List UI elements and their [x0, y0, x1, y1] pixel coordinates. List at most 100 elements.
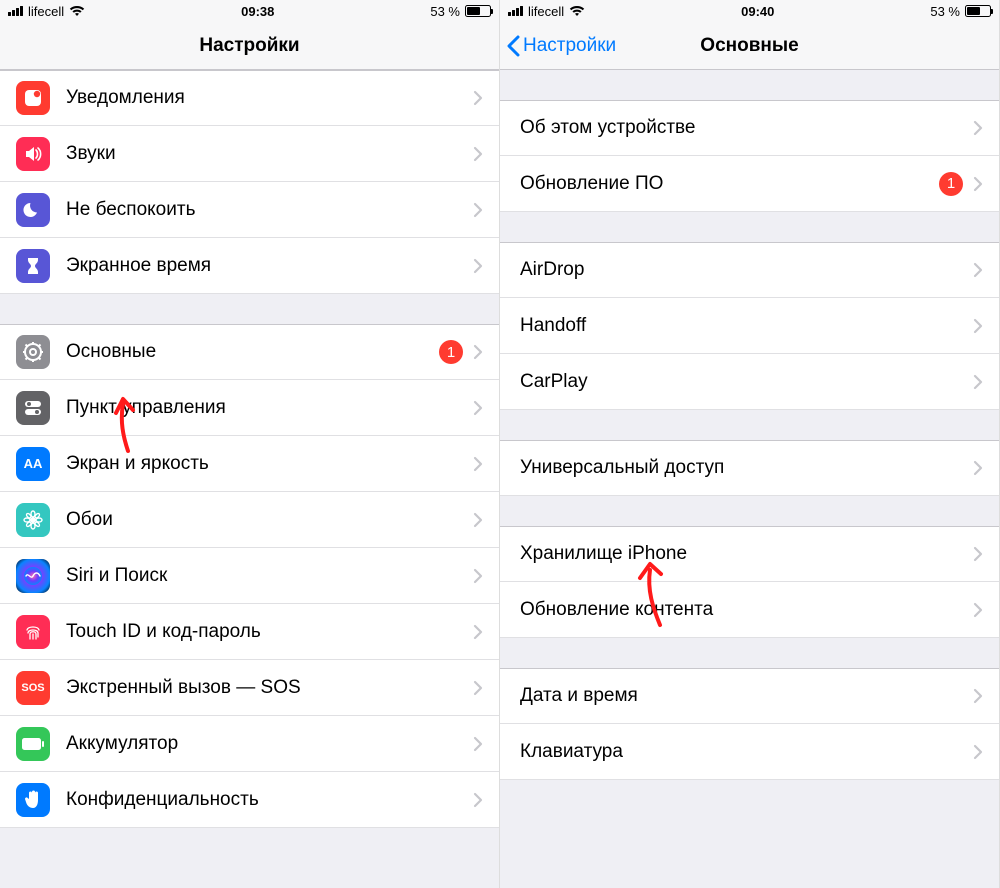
badge: 1: [439, 340, 463, 364]
clock-label: 09:40: [741, 4, 774, 19]
gear-icon: [16, 335, 50, 369]
row-label: Дата и время: [520, 685, 963, 707]
row-label: Хранилище iPhone: [520, 543, 963, 565]
row-label: Аккумулятор: [66, 733, 463, 755]
text-size-icon: AA: [16, 447, 50, 481]
flower-icon: [16, 503, 50, 537]
general-row-handoff[interactable]: Handoff: [500, 298, 999, 354]
settings-row-notifications[interactable]: Уведомления: [0, 70, 499, 126]
moon-icon: [16, 193, 50, 227]
wifi-icon: [569, 5, 585, 17]
row-label: Touch ID и код-пароль: [66, 621, 463, 643]
back-label: Настройки: [523, 35, 616, 57]
chevron-right-icon: [973, 602, 983, 618]
battery-icon: [965, 5, 991, 17]
battery-icon: [16, 727, 50, 761]
chevron-right-icon: [973, 744, 983, 760]
phone-left-settings: lifecell 09:38 53 % Настройки Уведомлени…: [0, 0, 500, 888]
general-row-airdrop[interactable]: AirDrop: [500, 242, 999, 298]
general-row-about[interactable]: Об этом устройстве: [500, 100, 999, 156]
chevron-right-icon: [473, 792, 483, 808]
speaker-icon: [16, 137, 50, 171]
row-label: Об этом устройстве: [520, 117, 963, 139]
carrier-label: lifecell: [528, 4, 564, 19]
row-label: Уведомления: [66, 87, 463, 109]
settings-row-battery[interactable]: Аккумулятор: [0, 716, 499, 772]
clock-label: 09:38: [241, 4, 274, 19]
general-row-keyboard[interactable]: Клавиатура: [500, 724, 999, 780]
row-label: Универсальный доступ: [520, 457, 963, 479]
chevron-right-icon: [973, 546, 983, 562]
row-label: Клавиатура: [520, 741, 963, 763]
settings-row-siri[interactable]: Siri и Поиск: [0, 548, 499, 604]
general-row-carplay[interactable]: CarPlay: [500, 354, 999, 410]
row-label: CarPlay: [520, 371, 963, 393]
chevron-right-icon: [473, 680, 483, 696]
page-title: Основные: [700, 35, 798, 57]
row-label: Экранное время: [66, 255, 463, 277]
notifications-icon: [16, 81, 50, 115]
settings-row-display[interactable]: AA Экран и яркость: [0, 436, 499, 492]
row-label: Основные: [66, 341, 431, 363]
settings-row-sos[interactable]: SOS Экстренный вызов — SOS: [0, 660, 499, 716]
chevron-right-icon: [473, 736, 483, 752]
chevron-right-icon: [973, 318, 983, 334]
chevron-right-icon: [973, 688, 983, 704]
settings-row-privacy[interactable]: Конфиденциальность: [0, 772, 499, 828]
battery-icon: [465, 5, 491, 17]
chevron-right-icon: [473, 568, 483, 584]
settings-row-wallpaper[interactable]: Обои: [0, 492, 499, 548]
battery-percent-label: 53 %: [430, 4, 460, 19]
fingerprint-icon: [16, 615, 50, 649]
hourglass-icon: [16, 249, 50, 283]
chevron-right-icon: [473, 400, 483, 416]
chevron-right-icon: [473, 90, 483, 106]
battery-percent-label: 53 %: [930, 4, 960, 19]
hand-icon: [16, 783, 50, 817]
chevron-right-icon: [973, 374, 983, 390]
row-label: Обои: [66, 509, 463, 531]
settings-row-dnd[interactable]: Не беспокоить: [0, 182, 499, 238]
general-list[interactable]: Об этом устройстве Обновление ПО 1 AirDr…: [500, 70, 999, 888]
chevron-right-icon: [973, 460, 983, 476]
row-label: Пункт управления: [66, 397, 463, 419]
row-label: Звуки: [66, 143, 463, 165]
signal-icon: [508, 6, 523, 16]
row-label: Handoff: [520, 315, 963, 337]
back-button[interactable]: Настройки: [506, 35, 616, 57]
general-row-backgroundrefresh[interactable]: Обновление контента: [500, 582, 999, 638]
row-label: Обновление контента: [520, 599, 963, 621]
badge: 1: [939, 172, 963, 196]
chevron-right-icon: [473, 624, 483, 640]
phone-right-general: lifecell 09:40 53 % Настройки Основные О…: [500, 0, 1000, 888]
row-label: Siri и Поиск: [66, 565, 463, 587]
chevron-right-icon: [973, 120, 983, 136]
general-row-update[interactable]: Обновление ПО 1: [500, 156, 999, 212]
chevron-right-icon: [973, 176, 983, 192]
switches-icon: [16, 391, 50, 425]
chevron-right-icon: [473, 456, 483, 472]
settings-row-screentime[interactable]: Экранное время: [0, 238, 499, 294]
settings-row-controlcenter[interactable]: Пункт управления: [0, 380, 499, 436]
navbar: Настройки Основные: [500, 22, 999, 70]
settings-row-touchid[interactable]: Touch ID и код-пароль: [0, 604, 499, 660]
page-title: Настройки: [199, 35, 299, 57]
siri-icon: [16, 559, 50, 593]
general-row-storage[interactable]: Хранилище iPhone: [500, 526, 999, 582]
status-bar: lifecell 09:40 53 %: [500, 0, 999, 22]
chevron-right-icon: [473, 258, 483, 274]
general-row-datetime[interactable]: Дата и время: [500, 668, 999, 724]
settings-list[interactable]: Уведомления Звуки Не беспокоить Экранное…: [0, 70, 499, 888]
row-label: Не беспокоить: [66, 199, 463, 221]
row-label: Обновление ПО: [520, 173, 931, 195]
sos-icon: SOS: [16, 671, 50, 705]
settings-row-general[interactable]: Основные 1: [0, 324, 499, 380]
chevron-right-icon: [973, 262, 983, 278]
settings-row-sounds[interactable]: Звуки: [0, 126, 499, 182]
row-label: Экстренный вызов — SOS: [66, 677, 463, 699]
general-row-accessibility[interactable]: Универсальный доступ: [500, 440, 999, 496]
wifi-icon: [69, 5, 85, 17]
chevron-right-icon: [473, 344, 483, 360]
chevron-right-icon: [473, 202, 483, 218]
chevron-right-icon: [473, 146, 483, 162]
